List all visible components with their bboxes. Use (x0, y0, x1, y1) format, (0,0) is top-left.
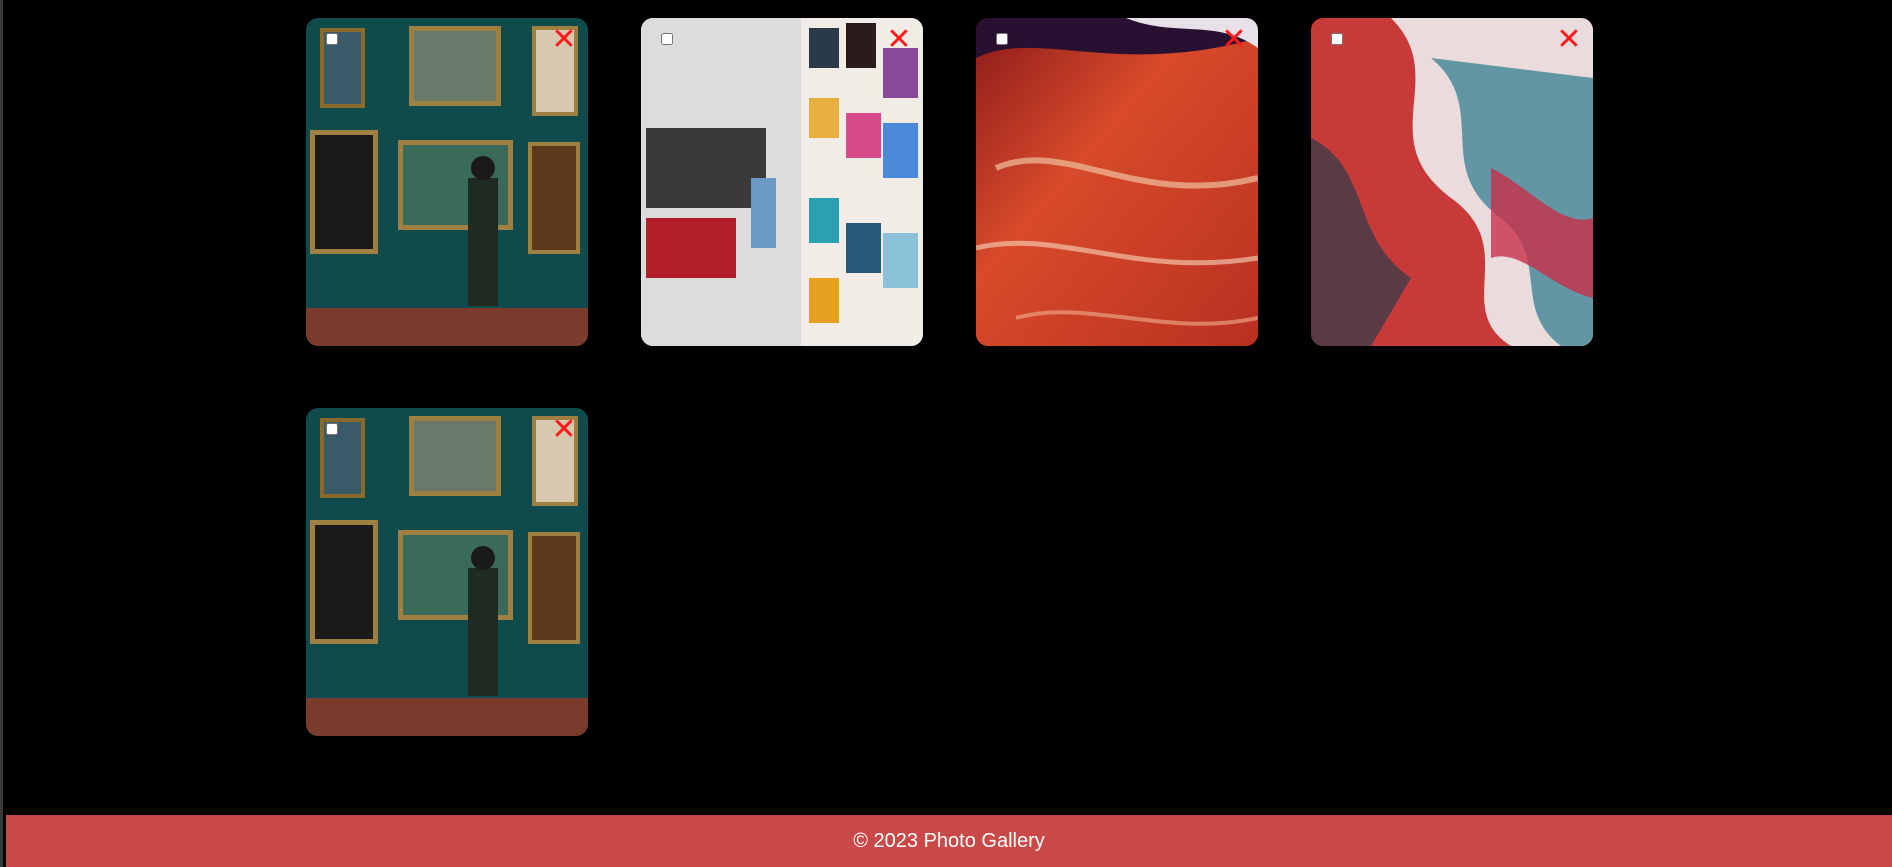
photo-card[interactable]: ✕ (1311, 18, 1593, 346)
photo-gallery-wall (306, 18, 588, 346)
gallery-page: ✕ ✕ ✕ ✕ ✕ © 2023 Photo Gallery (0, 0, 1892, 867)
photo-marbled-paint (1311, 18, 1593, 346)
select-checkbox[interactable] (996, 33, 1008, 45)
close-icon[interactable]: ✕ (550, 415, 578, 445)
photo-gallery-wall (306, 408, 588, 736)
select-checkbox[interactable] (1331, 33, 1343, 45)
select-checkbox[interactable] (326, 423, 338, 435)
photo-card[interactable]: ✕ (306, 408, 588, 736)
photo-card[interactable]: ✕ (306, 18, 588, 346)
photo-card[interactable]: ✕ (641, 18, 923, 346)
close-icon[interactable]: ✕ (1555, 25, 1583, 55)
photo-grid: ✕ ✕ ✕ ✕ ✕ (306, 18, 1593, 736)
close-icon[interactable]: ✕ (550, 25, 578, 55)
photo-card[interactable]: ✕ (976, 18, 1258, 346)
select-checkbox[interactable] (326, 33, 338, 45)
select-checkbox[interactable] (661, 33, 673, 45)
footer-copyright: © 2023 Photo Gallery (853, 829, 1045, 852)
footer: © 2023 Photo Gallery (6, 815, 1892, 867)
close-icon[interactable]: ✕ (1220, 25, 1248, 55)
close-icon[interactable]: ✕ (885, 25, 913, 55)
photo-art-shop (641, 18, 923, 346)
photo-red-paint (976, 18, 1258, 346)
